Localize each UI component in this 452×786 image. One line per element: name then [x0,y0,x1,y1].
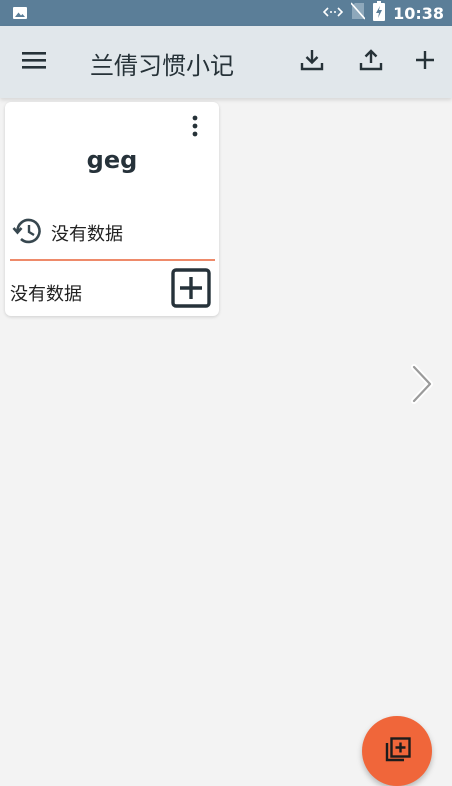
card-divider [10,259,215,261]
no-sim-icon [350,2,366,24]
history-icon [11,216,43,250]
data-transfer-icon [322,4,344,23]
history-text: 没有数据 [51,224,123,245]
chevron-right-icon [407,363,435,409]
battery-charging-icon [373,1,386,25]
image-icon [12,5,28,21]
status-bar: 10:38 [0,0,452,26]
upload-button[interactable] [355,46,387,78]
menu-button[interactable] [18,48,50,76]
add-button[interactable] [410,46,440,78]
add-record-button[interactable] [170,268,212,312]
app-bar: 兰倩习惯小记 [0,26,452,98]
add-icon [414,49,436,75]
habit-name: geg [86,146,138,174]
habit-card[interactable]: geg 没有数据 没有数据 [5,102,219,316]
download-button[interactable] [296,46,328,78]
status-time: 10:38 [393,3,444,23]
more-vert-icon [192,115,198,141]
card-more-button[interactable] [183,115,207,141]
upload-icon [358,47,384,77]
status-icons: 10:38 [322,1,444,25]
add-box-icon [171,268,211,312]
add-habit-fab[interactable] [362,716,432,786]
download-icon [299,47,325,77]
menu-icon [22,50,46,74]
add-box-stack-icon [384,736,412,768]
record-text: 没有数据 [10,284,82,305]
next-page-button[interactable] [404,362,438,410]
app-title: 兰倩习惯小记 [90,52,234,80]
